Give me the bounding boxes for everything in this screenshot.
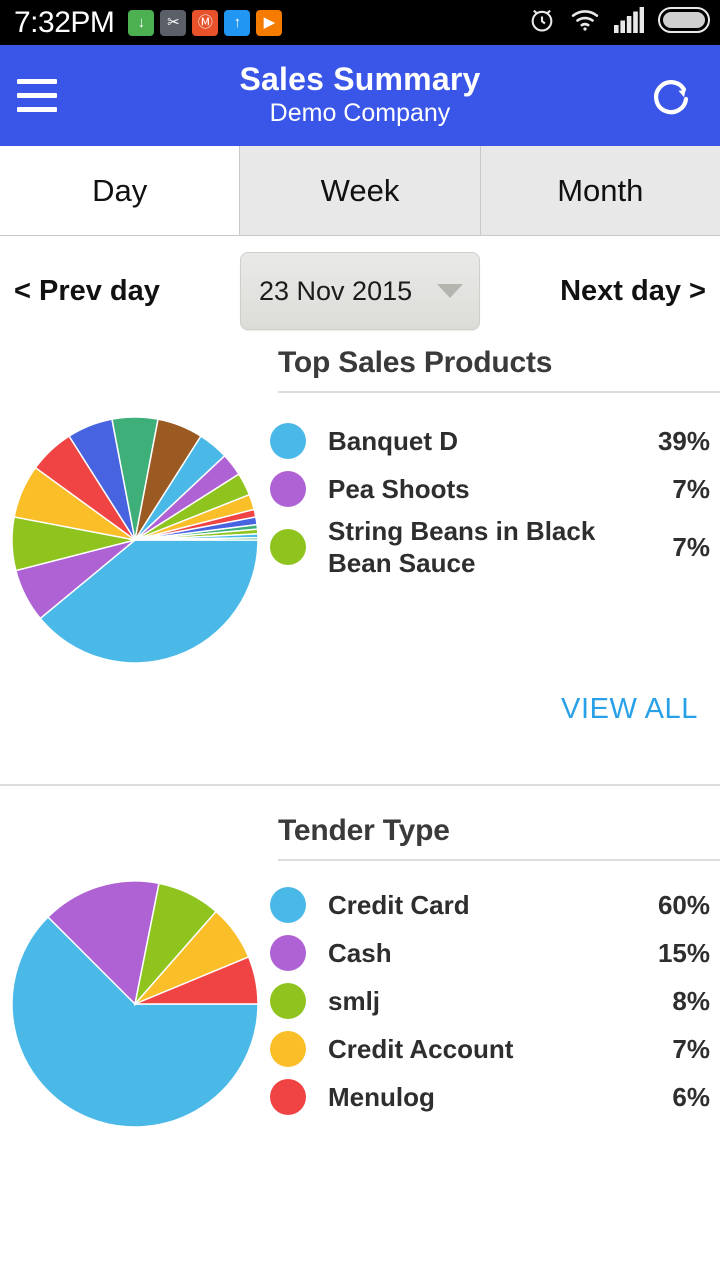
legend-item-value: 6% <box>672 1081 710 1112</box>
tab-label: Week <box>320 172 400 208</box>
legend-color-dot <box>270 1079 306 1115</box>
legend-item-label: Menulog <box>328 1081 435 1112</box>
legend-item-value: 39% <box>657 425 710 456</box>
tab-label: Day <box>92 172 148 208</box>
page-subtitle: Demo Company <box>269 98 451 127</box>
date-spinner-value: 23 Nov 2015 <box>259 275 413 306</box>
alarm-icon <box>528 6 556 39</box>
legend-item-value: 8% <box>672 985 710 1016</box>
legend-item[interactable]: Banquet D 39% <box>270 417 710 465</box>
hamburger-bar <box>17 107 57 112</box>
download-icon: ↓ <box>128 9 155 36</box>
hamburger-bar <box>17 79 57 84</box>
section-title: Tender Type <box>278 814 450 847</box>
legend-color-dot <box>270 935 306 971</box>
date-navigation: < Prev day 23 Nov 2015 Next day > <box>0 236 720 346</box>
battery-icon <box>658 7 710 38</box>
legend-item[interactable]: Cash 15% <box>270 929 710 977</box>
tender-pie-chart <box>0 881 270 1127</box>
legend-color-dot <box>270 529 306 566</box>
page-title: Sales Summary <box>239 61 481 98</box>
legend-item[interactable]: Pea Shoots 7% <box>270 465 710 513</box>
view-all-row: VIEW ALL <box>0 693 720 726</box>
status-bar-system-icons <box>528 0 710 45</box>
sections-divider <box>0 784 720 786</box>
legend-item[interactable]: String Beans in Black Bean Sauce 7% <box>270 513 710 581</box>
security-app-icon: Ⓜ <box>192 9 219 36</box>
products-chart-row: Banquet D 39% Pea Shoots 7% String Beans in … <box>0 417 720 663</box>
legend-item-label: Cash <box>328 937 392 968</box>
screenshot-icon: ✂ <box>160 9 187 36</box>
wifi-icon <box>570 8 600 37</box>
section-header: Top Sales Products <box>0 346 720 393</box>
hamburger-bar <box>17 93 57 98</box>
section-title: Top Sales Products <box>278 346 553 379</box>
legend-color-dot <box>270 471 306 507</box>
hamburger-menu-icon[interactable] <box>0 45 70 146</box>
status-bar-clock: 7:32PM <box>14 5 115 39</box>
tender-chart-row: Credit Card 60% Cash 15% smlj 8% Credit Accoun… <box>0 881 720 1127</box>
tab-label: Month <box>557 172 644 208</box>
tab-month[interactable]: Month <box>479 146 720 235</box>
pie-chart-svg <box>12 417 258 663</box>
next-day-button[interactable]: Next day > <box>560 275 706 308</box>
section-divider-rule <box>278 391 720 393</box>
status-bar-notification-icons: ↓ ✂ Ⓜ ↑ ▶ <box>128 9 283 36</box>
legend-item[interactable]: Credit Card 60% <box>270 881 710 929</box>
legend-item-label: Pea Shoots <box>328 473 470 504</box>
legend-item-label: Credit Account <box>328 1033 514 1064</box>
prev-day-button[interactable]: < Prev day <box>14 275 160 308</box>
date-spinner[interactable]: 23 Nov 2015 <box>240 252 480 330</box>
legend-color-dot <box>270 423 306 459</box>
legend-item[interactable]: Menulog 6% <box>270 1073 710 1121</box>
tab-week[interactable]: Week <box>239 146 480 235</box>
legend-item-label: smlj <box>328 985 381 1016</box>
legend-item-value: 7% <box>672 473 710 504</box>
app-bar-titles: Sales Summary Demo Company <box>0 45 720 146</box>
legend-item-label: Credit Card <box>328 889 470 920</box>
media-play-icon: ▶ <box>256 9 283 36</box>
refresh-icon[interactable] <box>646 70 698 122</box>
legend-item-label: String Beans in Black Bean Sauce <box>328 516 596 579</box>
section-tender-type: Tender Type Credit Card 60% Cash 15% smlj 8% C… <box>0 814 720 1127</box>
upload-icon: ↑ <box>224 9 251 36</box>
legend-color-dot <box>270 1031 306 1067</box>
products-pie-chart <box>0 417 270 663</box>
legend-item-value: 7% <box>672 1033 710 1064</box>
legend-item[interactable]: Credit Account 7% <box>270 1025 710 1073</box>
section-top-sales-products: Top Sales Products Banquet D 39% Pea Shoot… <box>0 346 720 726</box>
period-tab-bar: Day Week Month <box>0 146 720 236</box>
legend-item[interactable]: smlj 8% <box>270 977 710 1025</box>
tab-day[interactable]: Day <box>0 146 240 235</box>
legend-item-value: 7% <box>672 531 710 562</box>
section-divider-rule <box>278 859 720 861</box>
products-legend: Banquet D 39% Pea Shoots 7% String Beans in … <box>270 417 720 581</box>
legend-item-value: 60% <box>657 889 710 920</box>
legend-item-label: Banquet D <box>328 425 458 456</box>
pie-chart-svg <box>12 881 258 1127</box>
chevron-down-icon <box>437 284 463 298</box>
legend-item-value: 15% <box>657 937 710 968</box>
legend-color-dot <box>270 983 306 1019</box>
section-header: Tender Type <box>0 814 720 861</box>
status-bar: 7:32PM ↓ ✂ Ⓜ ↑ ▶ <box>0 0 720 45</box>
app-bar: Sales Summary Demo Company <box>0 45 720 146</box>
tender-legend: Credit Card 60% Cash 15% smlj 8% Credit Accoun… <box>270 881 720 1121</box>
cellular-signal-icon <box>614 7 644 38</box>
view-all-link[interactable]: VIEW ALL <box>561 693 698 726</box>
legend-color-dot <box>270 887 306 923</box>
